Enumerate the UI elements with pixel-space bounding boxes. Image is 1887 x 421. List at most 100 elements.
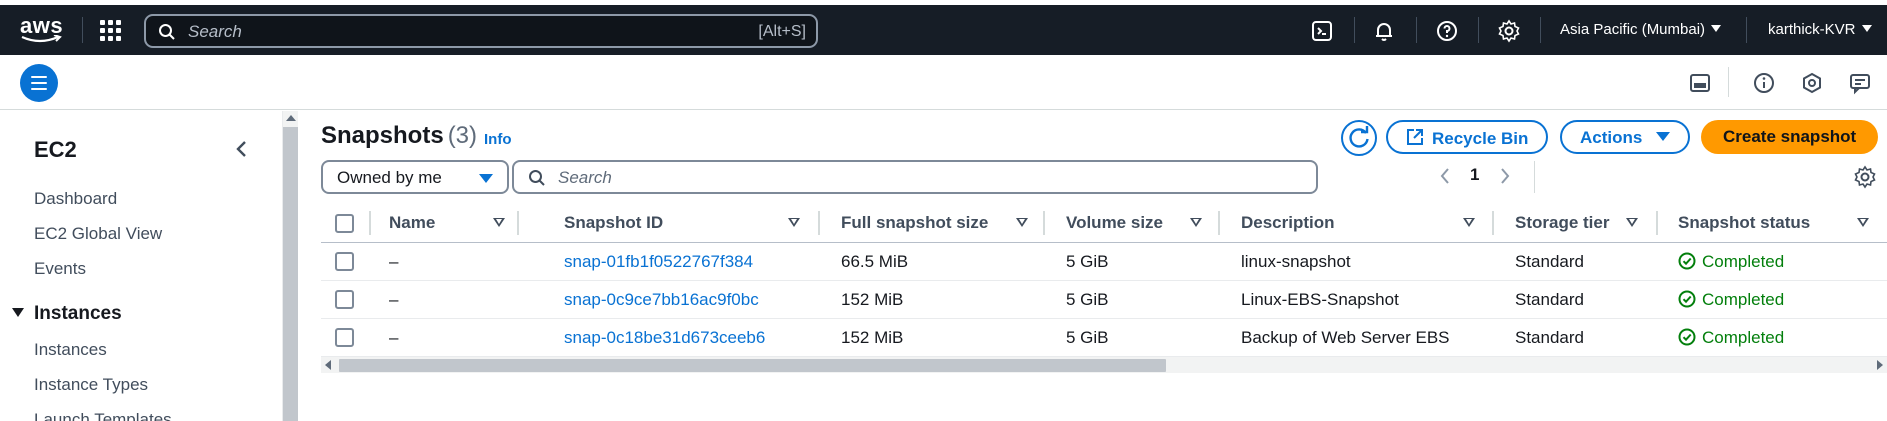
chevron-right-icon[interactable] — [1498, 166, 1512, 186]
row-checkbox[interactable] — [335, 252, 354, 271]
top-navigation-bar: aws Search [Alt+S] Asia Pacific (Mumbai)… — [0, 5, 1887, 55]
region-selector[interactable]: Asia Pacific (Mumbai) — [1560, 21, 1722, 38]
snapshot-search-input[interactable]: Search — [512, 160, 1318, 194]
scroll-left-arrow-icon[interactable] — [325, 360, 331, 370]
panel-icon[interactable] — [1688, 71, 1712, 95]
column-header-snapshot-id[interactable]: Snapshot ID — [564, 213, 663, 233]
gear-icon[interactable] — [1497, 19, 1521, 43]
column-header-storage-tier[interactable]: Storage tier — [1515, 213, 1609, 233]
table-horizontal-scrollbar[interactable] — [321, 357, 1887, 373]
help-icon[interactable] — [1435, 19, 1459, 43]
sidebar-item-ec2-global-view[interactable]: EC2 Global View — [34, 224, 162, 244]
chevron-left-icon[interactable] — [232, 137, 252, 161]
row-checkbox[interactable] — [335, 290, 354, 309]
snapshot-search-placeholder: Search — [558, 168, 612, 187]
cell-snapshot-status: Completed — [1678, 252, 1784, 272]
bell-icon[interactable] — [1372, 19, 1396, 43]
account-label: karthick-KVR — [1768, 21, 1856, 38]
cell-snapshot-id-link[interactable]: snap-01fb1f0522767f384 — [564, 252, 753, 272]
column-header-name[interactable]: Name — [389, 213, 435, 233]
sidebar-scrollbar-thumb[interactable] — [283, 127, 298, 421]
actions-label: Actions — [1580, 128, 1643, 147]
feedback-icon[interactable] — [1848, 71, 1872, 95]
side-navigation-toggle-button[interactable] — [20, 64, 58, 102]
column-header-description[interactable]: Description — [1241, 213, 1335, 233]
sort-icon[interactable] — [1626, 218, 1638, 227]
sidebar-scrollbar[interactable] — [282, 111, 298, 421]
sort-icon[interactable] — [1190, 218, 1202, 227]
scroll-right-arrow-icon[interactable] — [1877, 360, 1883, 370]
column-header-full-snapshot-size[interactable]: Full snapshot size — [841, 213, 988, 233]
column-separator[interactable] — [1492, 211, 1494, 235]
recycle-bin-button[interactable]: Recycle Bin — [1386, 120, 1549, 154]
services-grid-icon[interactable] — [100, 20, 122, 42]
column-separator[interactable] — [1218, 211, 1220, 235]
column-separator[interactable] — [818, 211, 820, 235]
sidebar-item-instance-types[interactable]: Instance Types — [34, 375, 148, 395]
cell-full-snapshot-size: 66.5 MiB — [841, 252, 909, 271]
sidebar-item-events[interactable]: Events — [34, 259, 86, 279]
cloudshell-icon[interactable] — [1310, 19, 1334, 43]
cell-volume-size: 5 GiB — [1066, 328, 1109, 347]
global-search-placeholder: Search — [188, 22, 242, 41]
sidebar-item-launch-templates[interactable]: Launch Templates — [34, 410, 172, 421]
cell-name: – — [389, 290, 399, 309]
aws-smile-icon — [21, 35, 62, 43]
create-snapshot-button[interactable]: Create snapshot — [1701, 120, 1879, 154]
row-checkbox[interactable] — [335, 328, 354, 347]
page-title-text: Snapshots — [321, 122, 444, 149]
scroll-up-arrow-icon[interactable] — [286, 115, 296, 121]
info-link[interactable]: Info — [484, 131, 512, 148]
topbar-divider — [1746, 17, 1747, 43]
account-menu[interactable]: karthick-KVR — [1768, 21, 1872, 38]
sidebar-section-instances[interactable]: Instances — [12, 303, 122, 325]
cell-snapshot-id-link[interactable]: snap-0c18be31d673ceeb6 — [564, 328, 765, 348]
column-separator[interactable] — [1043, 211, 1045, 235]
aws-logo[interactable]: aws — [20, 11, 64, 47]
notifications-icon[interactable] — [1800, 71, 1824, 95]
sort-icon[interactable] — [1857, 218, 1869, 227]
actions-button[interactable]: Actions — [1560, 120, 1691, 154]
info-icon[interactable] — [1752, 71, 1776, 95]
sort-icon[interactable] — [1016, 218, 1028, 227]
chevron-left-icon[interactable] — [1438, 166, 1452, 186]
search-icon — [159, 24, 175, 40]
select-all-checkbox[interactable] — [335, 214, 354, 233]
sidebar-item-instances[interactable]: Instances — [34, 340, 107, 360]
sidebar-section-label: Instances — [34, 303, 122, 324]
recycle-bin-label: Recycle Bin — [1432, 129, 1529, 148]
gear-icon[interactable] — [1853, 165, 1877, 189]
table-row[interactable]: – snap-01fb1f0522767f384 66.5 MiB 5 GiB … — [321, 243, 1887, 281]
toolbar-divider — [1728, 67, 1729, 97]
sidebar-item-dashboard[interactable]: Dashboard — [34, 189, 117, 209]
sort-icon[interactable] — [1463, 218, 1475, 227]
table-row[interactable]: – snap-0c9ce7bb16ac9f0bc 152 MiB 5 GiB L… — [321, 281, 1887, 319]
column-separator[interactable] — [517, 211, 519, 235]
table-scrollbar-thumb[interactable] — [339, 359, 1166, 372]
status-label: Completed — [1702, 252, 1785, 271]
sort-icon[interactable] — [493, 218, 505, 227]
pagination-current-page[interactable]: 1 — [1470, 165, 1479, 185]
service-title[interactable]: EC2 — [34, 137, 77, 163]
column-separator[interactable] — [1656, 211, 1658, 235]
sort-icon[interactable] — [788, 218, 800, 227]
cell-full-snapshot-size: 152 MiB — [841, 290, 904, 309]
refresh-button[interactable] — [1341, 120, 1377, 156]
cell-volume-size: 5 GiB — [1066, 290, 1109, 309]
status-label: Completed — [1702, 290, 1785, 309]
cell-name: – — [389, 252, 399, 271]
global-search-input[interactable]: Search [Alt+S] — [144, 14, 818, 48]
column-separator — [369, 211, 371, 235]
column-header-volume-size[interactable]: Volume size — [1066, 213, 1163, 233]
page-title: Snapshots (3) — [321, 122, 477, 150]
cell-snapshot-status: Completed — [1678, 328, 1784, 348]
column-header-snapshot-status[interactable]: Snapshot status — [1678, 213, 1810, 233]
topbar-divider — [1478, 17, 1479, 43]
topbar-divider — [1354, 17, 1355, 43]
check-circle-icon — [1678, 252, 1696, 270]
cell-snapshot-id-link[interactable]: snap-0c9ce7bb16ac9f0bc — [564, 290, 759, 310]
table-row[interactable]: – snap-0c18be31d673ceeb6 152 MiB 5 GiB B… — [321, 319, 1887, 357]
ownership-filter-select[interactable]: Owned by me — [321, 160, 509, 194]
cell-description: Linux-EBS-Snapshot — [1241, 290, 1399, 309]
check-circle-icon — [1678, 328, 1696, 346]
